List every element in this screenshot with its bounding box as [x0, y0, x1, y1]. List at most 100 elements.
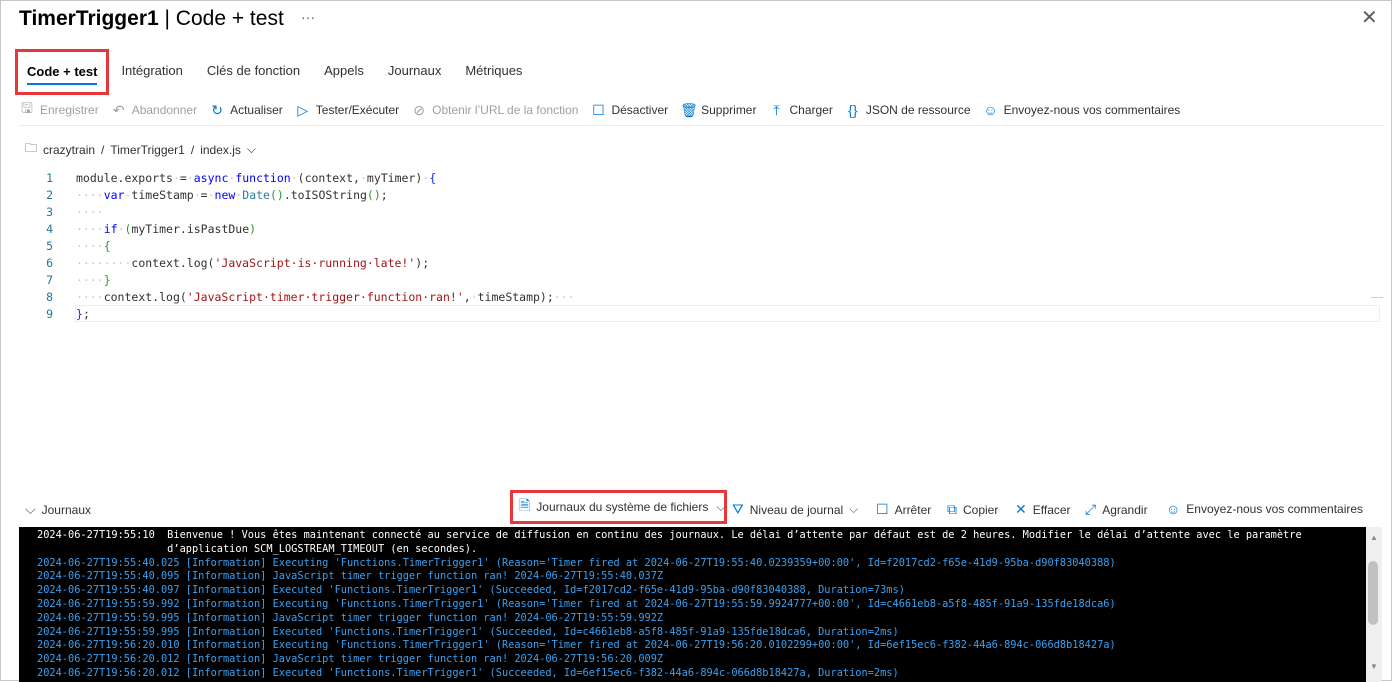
clear-label: Effacer: [1032, 502, 1071, 517]
function-name: TimerTrigger1: [19, 7, 159, 30]
code-token: ;: [82, 307, 90, 321]
save-button[interactable]: 🖫 Enregistrer: [19, 98, 99, 122]
scroll-up-icon[interactable]: ▲: [1366, 533, 1382, 542]
code-token: ·: [207, 188, 215, 202]
json-button[interactable]: {} JSON de ressource: [845, 102, 971, 118]
code-token: if: [103, 222, 118, 236]
log-line: 2024-06-27T19:55:59.992 [Information] Ex…: [37, 597, 1116, 610]
code-token: =: [179, 171, 187, 185]
json-icon: {}: [848, 102, 858, 118]
trash-button[interactable]: 🗑 Supprimer: [680, 102, 756, 119]
button-label: Obtenir l’URL de la fonction: [432, 103, 579, 117]
page-subtitle: Code + test: [175, 7, 284, 30]
scroll-down-icon[interactable]: ▼: [1366, 662, 1382, 671]
divider: [19, 125, 1384, 126]
tab-appels[interactable]: Appels: [312, 49, 376, 95]
feedback-icon: ☺: [983, 102, 998, 118]
log-source-label: Journaux du système de fichiers: [536, 500, 709, 514]
logs-toggle-label: Journaux: [41, 502, 91, 517]
button-label: Tester/Exécuter: [315, 103, 400, 117]
undo-icon: ↶: [112, 101, 125, 118]
code-token: ): [249, 222, 257, 236]
stop-icon: ☐: [592, 101, 605, 118]
log-line: 2024-06-27T19:55:40.095 [Information] Ja…: [37, 570, 664, 583]
log-line: 2024-06-27T19:56:20.010 [Information] Ex…: [37, 639, 1116, 652]
tab-int-gration[interactable]: Intégration: [109, 49, 194, 95]
tab-code-test[interactable]: Code + test: [15, 49, 110, 95]
button-label: Charger: [789, 103, 833, 117]
code-token: ···: [553, 290, 575, 304]
refresh-button[interactable]: ↻ Actualiser: [209, 102, 283, 119]
code-token: function: [235, 171, 291, 185]
log-line: 2024-06-27T19:55:10 Bienvenue ! Vous ête…: [37, 529, 1302, 541]
link-icon: ⊘: [413, 101, 425, 118]
button-label: JSON de ressource: [865, 103, 971, 117]
line-number: 7: [46, 273, 53, 287]
title-separator: |: [158, 7, 176, 30]
breadcrumb-app[interactable]: crazytrain: [43, 143, 95, 157]
code-token: 'JavaScript·timer·trigger·function·ran!': [186, 290, 464, 304]
code-text: ····var·timeStamp·=·new·Date().toISOStri…: [76, 187, 388, 204]
expand-label: Agrandir: [1102, 502, 1148, 517]
close-button[interactable]: ✕: [1361, 5, 1378, 30]
chevron-down-icon: ⌵: [849, 502, 859, 516]
feedback-button[interactable]: ☺ Envoyez-nous vos commentaires: [983, 102, 1181, 118]
tab-label: Journaux: [387, 63, 442, 78]
code-token: );: [415, 256, 430, 270]
button-label: Désactiver: [611, 103, 669, 117]
button-label: Enregistrer: [40, 103, 99, 117]
log-source-dropdown[interactable]: 🗎 Journaux du système de fichiers ⌵: [510, 490, 727, 524]
code-text: };: [76, 306, 90, 323]
link-button[interactable]: ⊘ Obtenir l’URL de la fonction: [411, 102, 578, 119]
expand-button[interactable]: ⤢ Agrandir: [1085, 501, 1148, 518]
page-title: TimerTrigger1 | Code + test: [19, 7, 284, 31]
code-text: ····context.log('JavaScript·timer·trigge…: [76, 289, 575, 306]
file-selector[interactable]: index.js: [200, 143, 241, 157]
button-label: Actualiser: [230, 103, 283, 117]
tab-journaux[interactable]: Journaux: [376, 49, 453, 95]
line-number: 9: [46, 307, 53, 321]
stop-button[interactable]: ☐ Désactiver: [590, 102, 668, 119]
breadcrumb-function[interactable]: TimerTrigger1: [110, 143, 184, 157]
code-token: ····: [76, 239, 104, 253]
code-token: ·: [117, 222, 125, 236]
tab-cl-s-de-fonction[interactable]: Clés de fonction: [195, 49, 312, 95]
filter-icon: ⛛: [732, 501, 744, 517]
button-label: Envoyez-nous vos commentaires: [1003, 103, 1181, 117]
line-number: 1: [46, 171, 53, 185]
code-text: ····}: [76, 272, 111, 289]
log-level-label: Niveau de journal: [749, 502, 844, 517]
play-icon: ▷: [297, 101, 309, 118]
upload-button[interactable]: ⤒ Charger: [768, 102, 832, 119]
clear-button[interactable]: ✕ Effacer: [1015, 501, 1071, 518]
code-token: ;: [380, 188, 388, 202]
folder-icon: 🗀: [25, 141, 38, 155]
scrollbar-thumb[interactable]: [1368, 561, 1378, 625]
log-console[interactable]: 2024-06-27T19:55:10 Bienvenue ! Vous ête…: [19, 527, 1366, 682]
code-token: ·: [359, 171, 367, 185]
more-options-button[interactable]: ···: [301, 9, 315, 25]
play-button[interactable]: ▷ Tester/Exécuter: [295, 102, 399, 119]
undo-button[interactable]: ↶ Abandonner: [111, 102, 197, 119]
logs-toggle-button[interactable]: ⌵ Journaux: [25, 501, 91, 518]
code-token: ····: [76, 188, 104, 202]
button-label: Supprimer: [701, 103, 757, 117]
feedback-button[interactable]: ☺ Envoyez-nous vos commentaires: [1166, 501, 1363, 517]
line-number: 2: [46, 188, 53, 202]
save-icon: 🖫: [21, 100, 33, 116]
current-line-highlight: [75, 305, 1380, 322]
chevron-down-icon[interactable]: ⌵: [247, 142, 256, 157]
refresh-icon: ↻: [211, 101, 223, 118]
tab-label: Code + test: [27, 64, 98, 85]
log-level-dropdown[interactable]: ⛛ Niveau de journal ⌵: [732, 501, 858, 518]
copy-button[interactable]: ⧉ Copier: [947, 501, 998, 518]
code-token: }: [103, 273, 111, 287]
tab-m-triques[interactable]: Métriques: [453, 49, 534, 95]
code-token: ····: [76, 273, 104, 287]
stop-button[interactable]: ☐ Arrêter: [876, 501, 931, 518]
log-line: 2024-06-27T19:56:20.012 [Information] Ja…: [37, 653, 664, 666]
log-line: 2024-06-27T19:56:20.012 [Information] Ex…: [37, 666, 899, 679]
code-token: new: [214, 188, 236, 202]
code-token: }: [76, 307, 83, 321]
code-token: ·: [172, 171, 180, 185]
